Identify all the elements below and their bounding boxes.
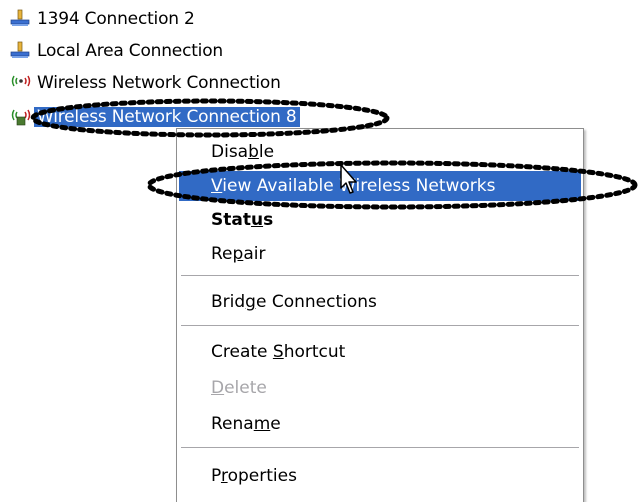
menu-item-status[interactable]: Status — [179, 205, 581, 235]
menu-item-label: Disable — [211, 142, 275, 162]
menu-mnemonic: S — [272, 342, 284, 362]
mouse-cursor-icon — [340, 164, 357, 194]
connection-label: 1394 Connection 2 — [37, 9, 195, 29]
menu-item-label: Properties — [211, 466, 297, 486]
menu-item-create-shortcut[interactable]: Create Shortcut — [179, 337, 581, 367]
menu-mnemonic: D — [211, 378, 225, 398]
menu-item-label: Delete — [211, 378, 267, 398]
menu-separator — [181, 447, 579, 448]
menu-item-rename[interactable]: Rename — [179, 409, 581, 439]
connection-wireless-network-connection[interactable]: Wireless Network Connection — [10, 72, 284, 94]
menu-item-label: Status — [211, 210, 274, 230]
context-menu: Disable View Available Wireless Networks… — [176, 128, 584, 502]
wireless-network-icon — [10, 107, 32, 127]
menu-item-bridge-connections[interactable]: Bridge Connections — [179, 287, 581, 317]
connection-label: Wireless Network Connection 8 — [34, 107, 300, 127]
menu-item-repair[interactable]: Repair — [179, 239, 581, 269]
menu-item-view-available-wireless-networks[interactable]: View Available Wireless Networks — [179, 171, 581, 201]
menu-mnemonic: b — [248, 142, 259, 162]
menu-mnemonic: m — [253, 414, 271, 434]
menu-item-label: Bridge Connections — [211, 292, 377, 312]
menu-item-disable[interactable]: Disable — [179, 137, 581, 167]
menu-mnemonic: g — [245, 292, 256, 312]
connection-label: Wireless Network Connection — [37, 73, 281, 93]
menu-separator — [181, 325, 579, 326]
connection-local-area-connection[interactable]: Local Area Connection — [10, 40, 226, 62]
menu-item-label: Rename — [211, 414, 281, 434]
menu-item-label: Repair — [211, 244, 266, 264]
menu-mnemonic: u — [250, 210, 264, 230]
menu-mnemonic: p — [232, 244, 244, 264]
menu-mnemonic: V — [211, 176, 223, 196]
menu-item-properties[interactable]: Properties — [179, 461, 581, 491]
menu-item-delete: Delete — [179, 373, 581, 403]
menu-mnemonic: r — [220, 466, 228, 486]
wired-network-icon — [10, 9, 32, 29]
connection-label: Local Area Connection — [37, 41, 223, 61]
menu-item-label: Create Shortcut — [211, 342, 346, 362]
connection-1394-connection-2[interactable]: 1394 Connection 2 — [10, 8, 198, 30]
wireless-network-icon — [10, 73, 32, 93]
connection-wireless-network-connection-8[interactable]: Wireless Network Connection 8 — [10, 106, 300, 128]
wired-network-icon — [10, 41, 32, 61]
menu-separator — [181, 275, 579, 276]
